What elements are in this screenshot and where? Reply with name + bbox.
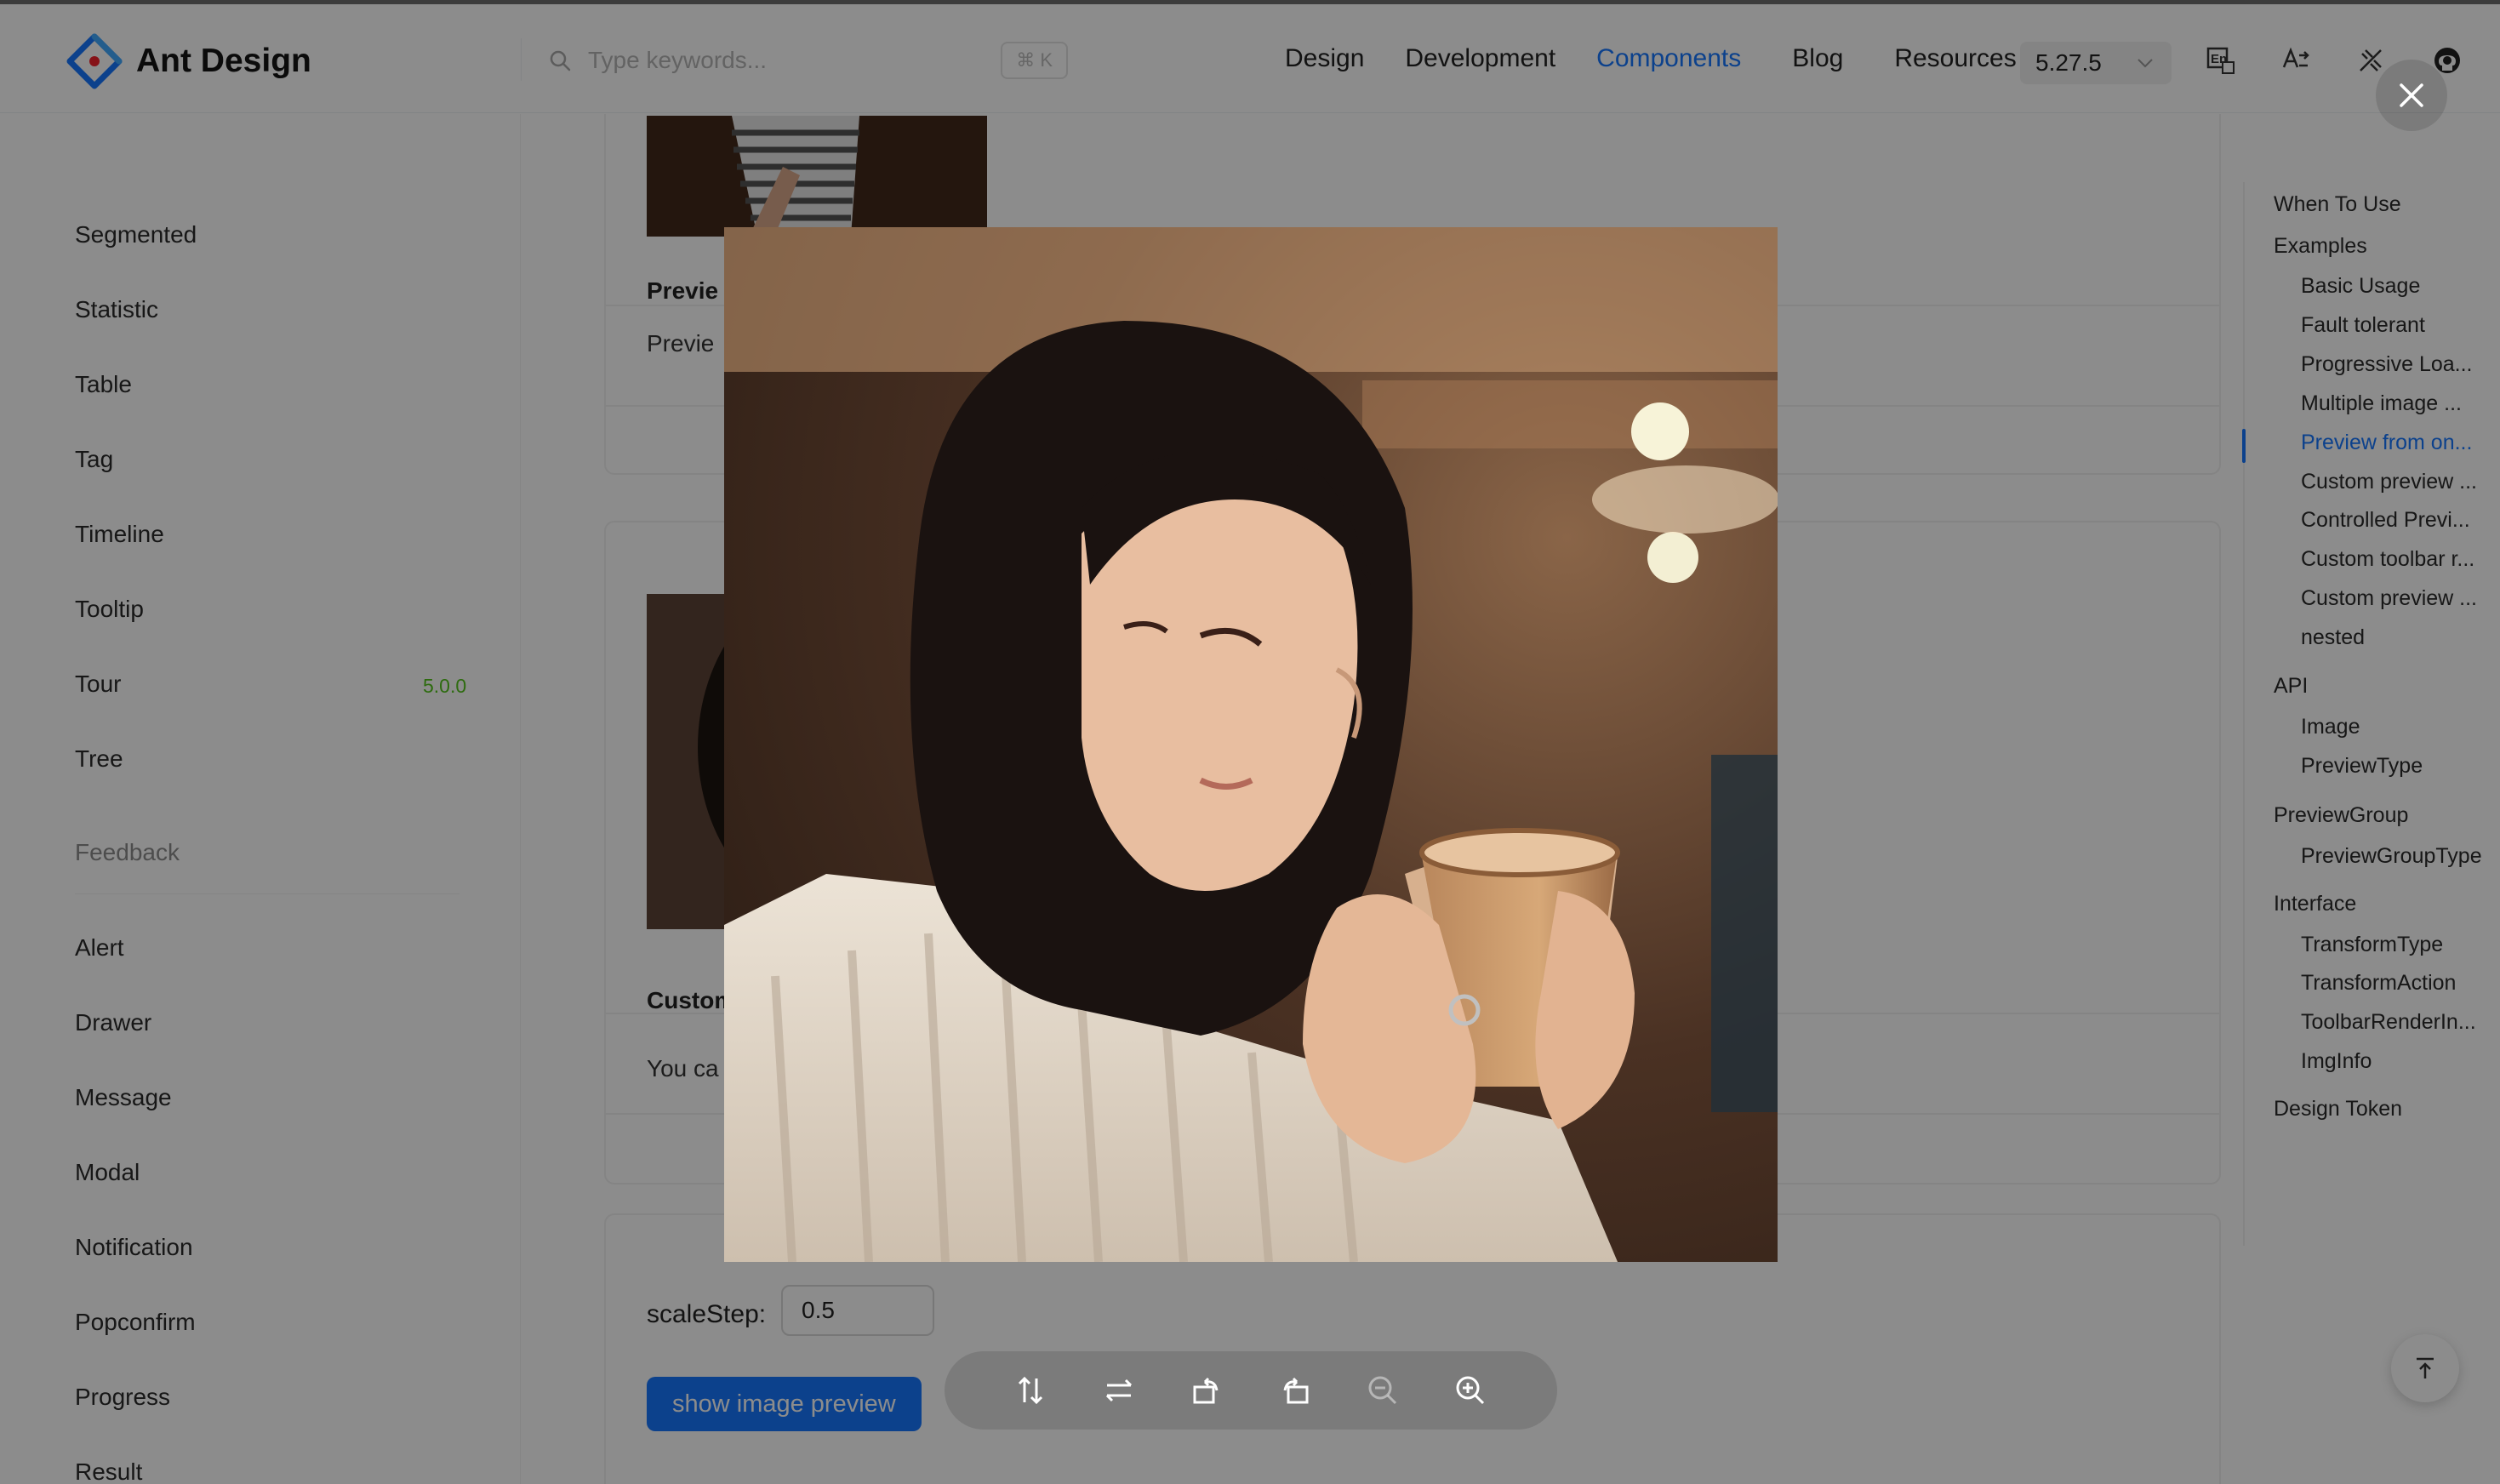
zoom-out-icon: [1368, 1376, 1397, 1405]
preview-toolbar: [945, 1351, 1557, 1430]
woman-holding-coffee-cup-photo: [724, 227, 1778, 1262]
window-top-border: [0, 0, 2500, 4]
flip-vertical-icon: [1018, 1376, 1042, 1405]
zoom-in-button[interactable]: [1449, 1369, 1492, 1412]
rotate-right-button[interactable]: [1274, 1369, 1316, 1412]
preview-image[interactable]: [724, 227, 1778, 1262]
close-icon: [2400, 83, 2423, 107]
zoom-out-button[interactable]: [1361, 1369, 1404, 1412]
rotate-left-button[interactable]: [1185, 1369, 1228, 1412]
rotate-right-icon: [1283, 1377, 1309, 1404]
rotate-left-icon: [1193, 1377, 1219, 1404]
flip-horizontal-icon: [1105, 1378, 1133, 1402]
flip-horizontal-button[interactable]: [1098, 1369, 1140, 1412]
zoom-in-icon: [1456, 1376, 1485, 1405]
flip-vertical-button[interactable]: [1010, 1369, 1053, 1412]
preview-close-button[interactable]: [2376, 60, 2447, 131]
